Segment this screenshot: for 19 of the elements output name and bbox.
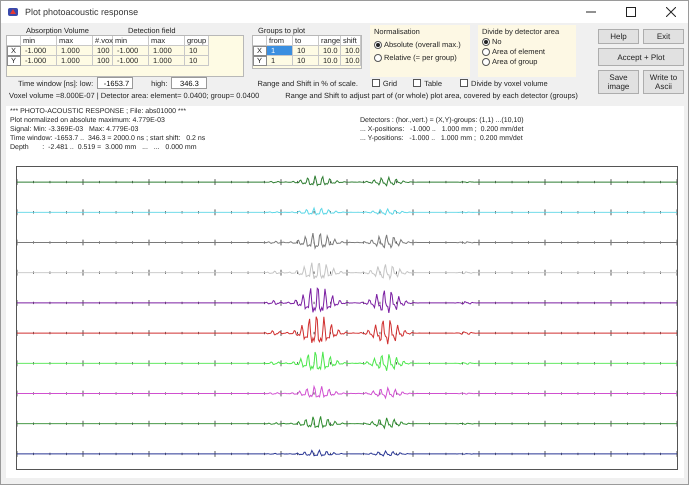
radio-button[interactable] [374,40,382,48]
maximize-icon [626,7,636,17]
app-icon [7,6,19,18]
exit-button[interactable]: Exit [643,29,684,44]
column-header [7,36,21,46]
radio-button[interactable] [482,48,490,56]
corner-cell [253,36,267,46]
checkbox[interactable] [413,79,422,88]
checkbox[interactable] [460,79,468,88]
save-image-button[interactable]: Save image [598,70,639,94]
radio-button[interactable] [482,38,490,46]
radio-button[interactable] [374,54,382,62]
write-ascii-button[interactable]: Write to Ascii [643,70,684,94]
accept-plot-button[interactable]: Accept + Plot [598,48,684,66]
radio-button[interactable] [482,58,490,66]
checkbox[interactable] [372,79,380,88]
close-icon [666,7,676,17]
help-button[interactable]: Help [598,29,639,44]
window-title: Plot photoacoustic response [25,7,140,17]
